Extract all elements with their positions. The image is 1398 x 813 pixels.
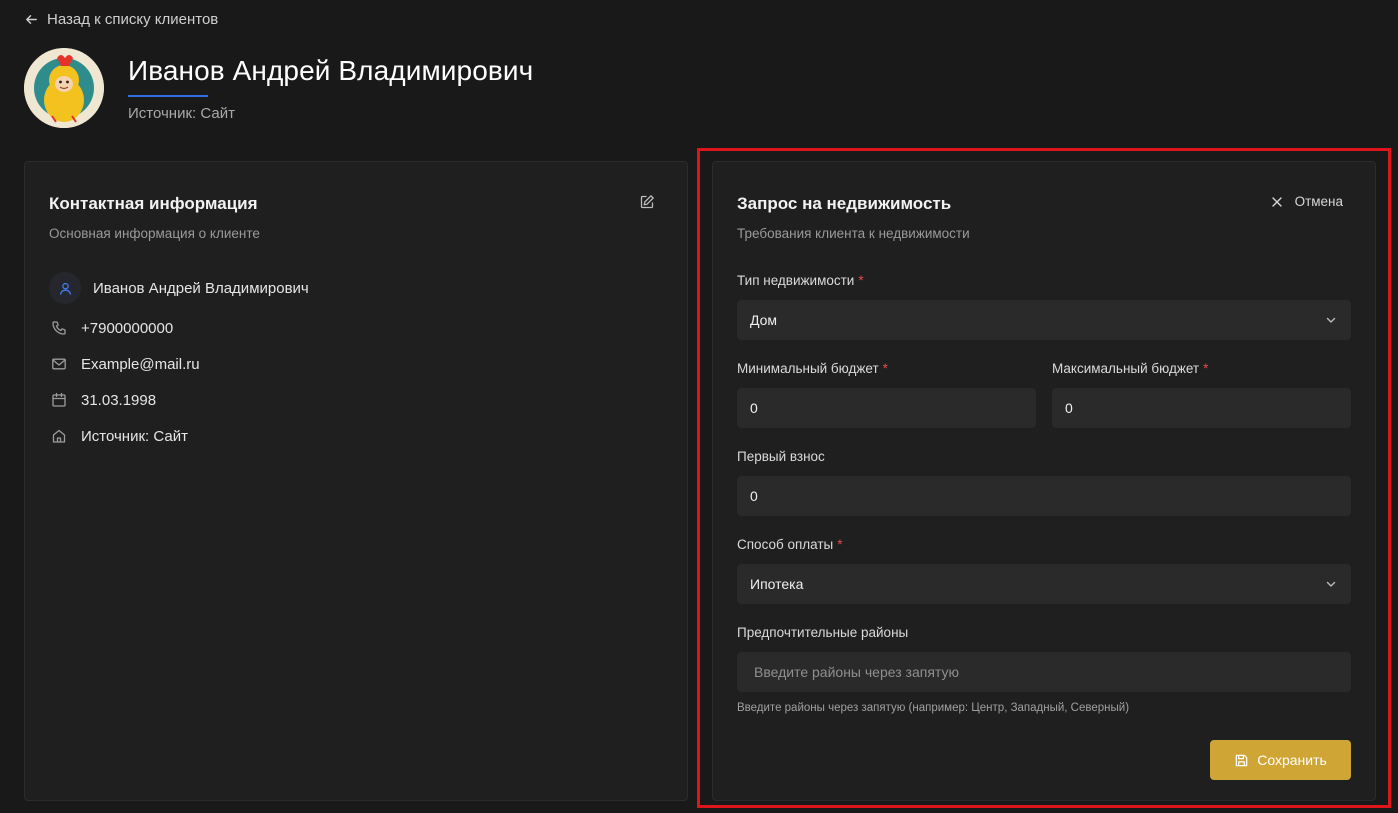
max-budget-input[interactable]	[1065, 400, 1338, 416]
districts-input[interactable]	[754, 664, 1338, 680]
contact-row-source: Источник: Сайт	[49, 426, 188, 446]
cancel-button[interactable]: Отмена	[1271, 194, 1343, 209]
required-mark: *	[837, 537, 843, 552]
contact-birthdate-value: 31.03.1998	[81, 391, 157, 409]
contact-info-card: Контактная информация Основная информаци…	[24, 161, 688, 801]
payment-method-label: Способ оплаты *	[737, 537, 843, 552]
down-payment-label: Первый взнос	[737, 449, 825, 464]
property-request-card: Запрос на недвижимость Требования клиент…	[712, 161, 1376, 801]
contact-name-value: Иванов Андрей Владимирович	[93, 279, 309, 297]
min-budget-input-box	[737, 388, 1036, 428]
down-payment-input[interactable]	[750, 488, 1338, 504]
chevron-down-icon	[1326, 581, 1336, 587]
client-avatar	[24, 48, 104, 128]
cancel-label: Отмена	[1294, 194, 1343, 209]
districts-hint: Введите районы через запятую (например: …	[737, 702, 1130, 714]
edit-icon[interactable]	[639, 194, 655, 210]
required-mark: *	[882, 361, 888, 376]
payment-method-select[interactable]: Ипотека	[737, 564, 1351, 604]
max-budget-label: Максимальный бюджет *	[1052, 361, 1209, 376]
max-budget-input-box	[1052, 388, 1351, 428]
arrow-left-icon	[26, 15, 37, 24]
save-icon	[1235, 754, 1248, 766]
back-to-clients-link[interactable]: Назад к списку клиентов	[24, 11, 218, 28]
min-budget-input[interactable]	[750, 400, 1023, 416]
contact-row-name: Иванов Андрей Владимирович	[49, 272, 309, 304]
name-underline	[128, 95, 208, 97]
down-payment-input-box	[737, 476, 1351, 516]
contact-card-subtitle: Основная информация о клиенте	[49, 226, 260, 241]
required-mark: *	[858, 273, 864, 288]
property-type-label: Тип недвижимости *	[737, 273, 864, 288]
contact-source-value: Источник: Сайт	[81, 427, 188, 445]
contact-row-phone: +7900000000	[49, 318, 173, 338]
request-card-subtitle: Требования клиента к недвижимости	[737, 226, 970, 241]
client-source: Источник: Сайт	[128, 105, 235, 122]
required-mark: *	[1203, 361, 1209, 376]
home-icon	[49, 426, 69, 446]
contact-row-email: Example@mail.ru	[49, 354, 200, 374]
districts-label: Предпочтительные районы	[737, 625, 909, 640]
contact-phone-value: +7900000000	[81, 319, 174, 337]
contact-email-value: Example@mail.ru	[81, 355, 200, 373]
client-name-heading: Иванов Андрей Владимирович	[128, 55, 534, 86]
min-budget-label: Минимальный бюджет *	[737, 361, 888, 376]
save-label: Сохранить	[1257, 752, 1327, 768]
save-button[interactable]: Сохранить	[1210, 740, 1351, 780]
chevron-down-icon	[1326, 317, 1336, 323]
user-icon	[49, 272, 81, 304]
contact-row-birthdate: 31.03.1998	[49, 390, 156, 410]
property-type-select[interactable]: Дом	[737, 300, 1351, 340]
districts-input-box	[737, 652, 1351, 692]
property-type-value: Дом	[750, 312, 778, 328]
close-icon	[1271, 196, 1282, 207]
request-card-title: Запрос на недвижимость	[737, 194, 952, 213]
mail-icon	[49, 354, 69, 374]
payment-method-value: Ипотека	[750, 576, 804, 592]
phone-icon	[49, 318, 69, 338]
back-link-label: Назад к списку клиентов	[47, 11, 219, 28]
contact-card-title: Контактная информация	[49, 194, 258, 213]
calendar-icon	[49, 390, 69, 410]
